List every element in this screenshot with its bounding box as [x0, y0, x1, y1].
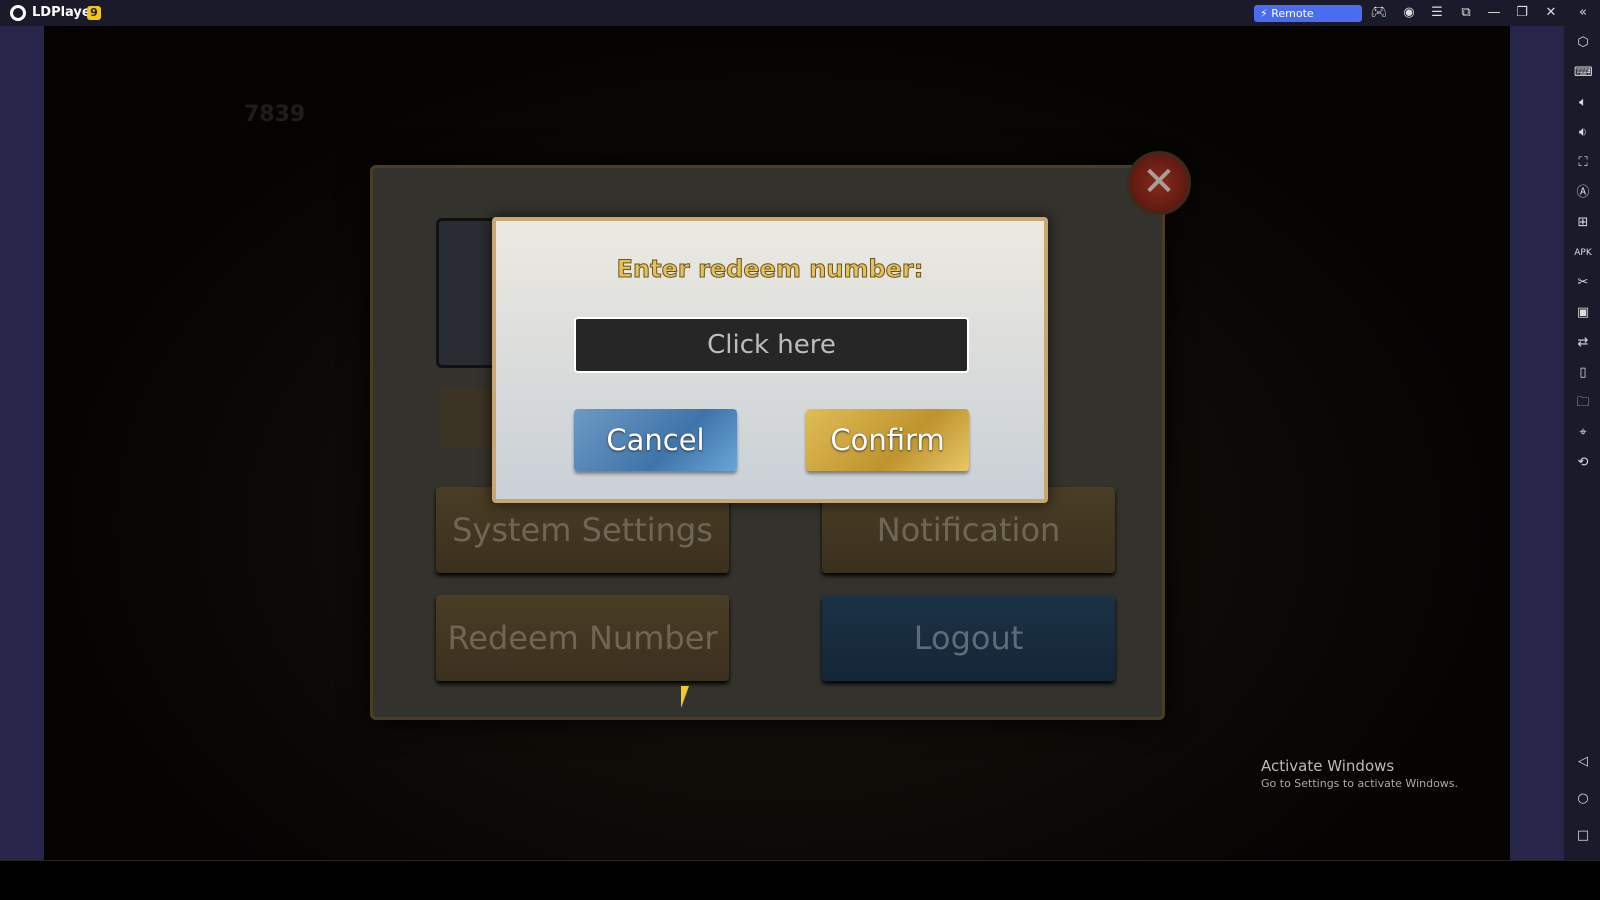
- minimize-icon[interactable]: —: [1485, 4, 1503, 22]
- settings-icon[interactable]: ⬡: [1574, 34, 1592, 52]
- hud-value: 7839: [244, 102, 306, 127]
- panel-close-button[interactable]: ✕: [1127, 151, 1191, 215]
- resize-icon[interactable]: ⧉: [1457, 4, 1475, 22]
- title-bar: LDPlayer 9 ⚡ Remote LDPlayer 🎮︎ ◉ ☰ ⧉ — …: [0, 0, 1600, 37]
- shake-icon[interactable]: ▯: [1574, 364, 1592, 382]
- sync-icon[interactable]: ⇄: [1574, 334, 1592, 352]
- apk-icon[interactable]: APK: [1574, 244, 1592, 262]
- scissors-icon[interactable]: ✂: [1574, 274, 1592, 292]
- left-border: [0, 26, 44, 860]
- volume-up-icon[interactable]: 🔈︎: [1574, 94, 1592, 112]
- remote-ldplayer-button[interactable]: ⚡ Remote LDPlayer: [1254, 5, 1362, 37]
- confirm-button[interactable]: Confirm: [806, 409, 969, 471]
- activate-windows-subtitle: Go to Settings to activate Windows.: [1261, 777, 1459, 790]
- collapse-icon[interactable]: «: [1574, 4, 1592, 22]
- folder-icon[interactable]: 🗀: [1574, 394, 1592, 412]
- menu-icon[interactable]: ☰: [1428, 4, 1446, 22]
- redeem-dialog: Enter redeem number: Click here Cancel C…: [492, 217, 1048, 503]
- mouse-cursor-icon: [681, 686, 699, 708]
- right-toolbar: [1564, 26, 1600, 860]
- version-badge: 9: [87, 6, 101, 20]
- home-icon[interactable]: ○: [1574, 790, 1592, 808]
- cancel-button[interactable]: Cancel: [574, 409, 737, 471]
- fullscreen-icon[interactable]: ⛶: [1574, 154, 1592, 172]
- back-icon[interactable]: ◁: [1574, 753, 1592, 771]
- right-border: [1510, 26, 1564, 860]
- logout-button[interactable]: Logout: [822, 595, 1115, 681]
- record-icon[interactable]: ▣: [1574, 304, 1592, 322]
- volume-down-icon[interactable]: 🔉︎: [1574, 124, 1592, 142]
- keyboard-icon[interactable]: ⌨: [1574, 64, 1593, 82]
- restore-icon[interactable]: ❐: [1513, 4, 1531, 22]
- gamepad-icon[interactable]: 🎮︎: [1370, 4, 1388, 22]
- ldplayer-logo-icon: [10, 5, 26, 21]
- account-icon[interactable]: ◉: [1400, 4, 1418, 22]
- redeem-number-button[interactable]: Redeem Number: [436, 595, 729, 681]
- activate-windows-title: Activate Windows: [1261, 757, 1395, 775]
- auto-rotate-icon[interactable]: Ⓐ: [1574, 184, 1592, 202]
- bottom-bar: [0, 860, 1600, 900]
- recents-icon[interactable]: □: [1574, 827, 1592, 845]
- redeem-code-input[interactable]: Click here: [574, 317, 969, 373]
- dialog-title: Enter redeem number:: [616, 255, 924, 284]
- add-window-icon[interactable]: ⊞: [1574, 214, 1592, 232]
- location-icon[interactable]: ⌖: [1574, 424, 1592, 442]
- rotate-icon[interactable]: ⟲: [1574, 454, 1592, 472]
- close-icon[interactable]: ✕: [1542, 4, 1560, 22]
